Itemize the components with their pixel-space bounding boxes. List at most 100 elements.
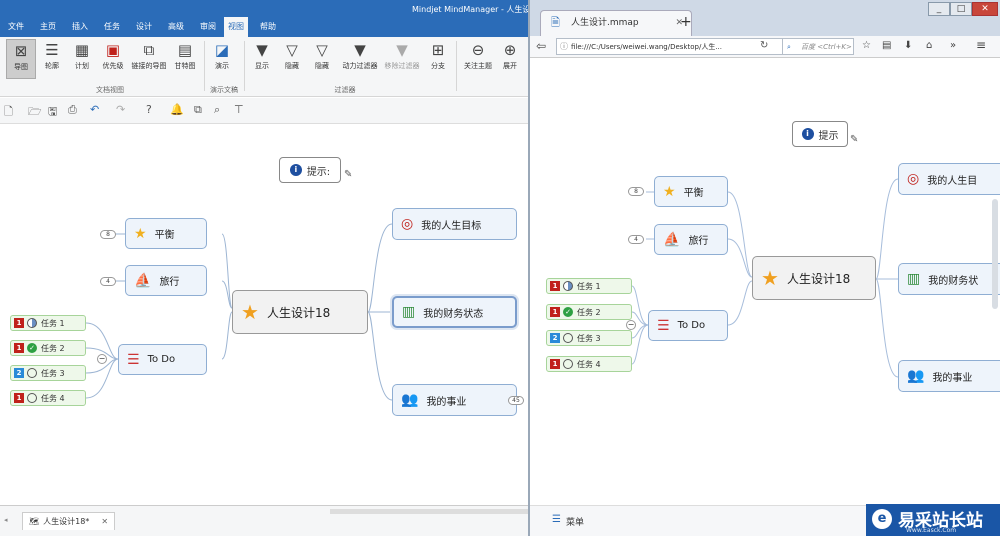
gantt-button[interactable]: ▤ 甘特图 — [170, 39, 200, 79]
collapsed-count[interactable]: 4 — [100, 277, 116, 286]
task-3[interactable]: 2 任务 3 — [546, 330, 632, 346]
menu-file[interactable]: 文件 — [4, 17, 28, 37]
topic-todo[interactable]: ☰ To Do — [648, 310, 728, 341]
gantt-icon: ▤ — [177, 41, 193, 59]
menu-help[interactable]: 帮助 — [254, 17, 282, 37]
power-filter-button[interactable]: ▼ 动力过滤器 — [340, 39, 380, 79]
maximize-button[interactable]: □ — [950, 2, 972, 16]
tab-scroll-left-icon[interactable]: ◂ — [4, 516, 8, 524]
new-tab-button[interactable]: + — [680, 14, 692, 30]
central-topic[interactable]: ★ 人生设计18 — [752, 256, 876, 300]
vertical-scrollbar[interactable] — [992, 199, 998, 309]
schedule-view-button[interactable]: ▦ 计划 — [68, 39, 96, 79]
horizontal-scrollbar[interactable] — [330, 509, 528, 514]
new-icon[interactable]: 🗋 — [4, 103, 13, 122]
collapsed-count[interactable]: 8 — [100, 230, 116, 239]
edit-note-icon[interactable]: ✎ — [344, 169, 352, 180]
task-4[interactable]: 1 任务 4 — [10, 390, 86, 406]
check-complete-icon[interactable]: ✓ — [27, 343, 37, 353]
alert-icon[interactable]: 🔔 — [170, 103, 184, 116]
task-2[interactable]: 1 ✓ 任务 2 — [10, 340, 86, 356]
close-icon[interactable]: ✕ — [101, 517, 108, 526]
close-window-button[interactable]: ✕ — [972, 2, 998, 16]
topic-finance-selected[interactable]: ▥ 我的财务状态 — [392, 296, 517, 328]
progress-empty-icon[interactable] — [27, 393, 37, 403]
menu-icon[interactable]: ☰ — [552, 514, 561, 525]
callout-tip[interactable]: i 提示: — [279, 157, 341, 183]
watermark-subtext: Www.Easck.Com — [906, 527, 957, 534]
menu-home[interactable]: 主页 — [34, 17, 62, 37]
menu-advanced[interactable]: 高级 — [162, 17, 190, 37]
topic-finance[interactable]: ▥ 我的财务状 — [898, 263, 1000, 295]
map-view-button[interactable]: ⊠ 导图 — [6, 39, 36, 79]
hide-filter-button[interactable]: ▽ 隐藏 — [280, 39, 304, 79]
open-icon[interactable]: 🗁 — [28, 103, 42, 122]
minimize-button[interactable]: _ — [928, 2, 950, 16]
zoom-icon[interactable]: ⌕ — [214, 103, 220, 117]
focus-topic-button[interactable]: ⊖ 关注主题 — [460, 39, 496, 79]
remove-filter-button[interactable]: ▼ 移除过滤器 — [382, 39, 422, 79]
topic-travel[interactable]: ⛵ 旅行 — [654, 224, 728, 255]
clipboard-icon[interactable]: ▤ — [882, 40, 891, 51]
branch-button[interactable]: ⊞ 分支 — [426, 39, 450, 79]
topic-life-goals[interactable]: ◎ 我的人生目 — [898, 163, 1000, 195]
menu-task[interactable]: 任务 — [98, 17, 126, 37]
callout-tip[interactable]: i 提示 — [792, 121, 848, 147]
menu-design[interactable]: 设计 — [130, 17, 158, 37]
map-canvas[interactable]: i 提示: ✎ ★ 人生设计18 ★ 平衡 8 ⛵ 旅行 4 ☰ To Do − 1 任务 … — [0, 125, 530, 505]
expand-button[interactable]: ⊕ 展开 — [498, 39, 522, 79]
progress-empty-icon[interactable] — [27, 368, 37, 378]
overflow-chevron-icon[interactable]: » — [950, 40, 956, 51]
save-icon[interactable]: 🖫 — [48, 103, 57, 122]
menu-view[interactable]: 视图 — [224, 17, 248, 37]
central-topic[interactable]: ★ 人生设计18 — [232, 290, 368, 334]
download-icon[interactable]: ⬇ — [904, 40, 912, 51]
branch-icon[interactable]: ⊤ — [234, 103, 244, 116]
presentation-button[interactable]: ◪ 演示 — [208, 39, 236, 79]
menu-insert[interactable]: 插入 — [66, 17, 94, 37]
print-icon[interactable]: ⎙ — [68, 103, 77, 117]
outline-view-button[interactable]: ☰ 轮廓 — [38, 39, 66, 79]
browser-tab[interactable]: 🗎 人生设计.mmap ✕ — [540, 10, 692, 36]
topic-balance[interactable]: ★ 平衡 — [125, 218, 207, 249]
task-2[interactable]: 1 ✓ 任务 2 — [546, 304, 632, 320]
topic-balance[interactable]: ★ 平衡 — [654, 176, 728, 207]
redo-icon[interactable]: ↷ — [116, 103, 125, 116]
topic-todo[interactable]: ☰ To Do — [118, 344, 207, 375]
collapsed-count[interactable]: 8 — [628, 187, 644, 196]
back-icon[interactable]: ⇦ — [536, 39, 546, 53]
collapse-toggle[interactable]: − — [626, 320, 636, 330]
topic-travel[interactable]: ⛵ 旅行 — [125, 265, 207, 296]
help-icon[interactable]: ? — [146, 103, 152, 116]
menu-review[interactable]: 审阅 — [194, 17, 222, 37]
topic-life-goals[interactable]: ◎ 我的人生目标 — [392, 208, 517, 240]
home-icon[interactable]: ⌂ — [926, 40, 932, 51]
hamburger-menu-icon[interactable]: ≡ — [976, 38, 986, 52]
calendar-icon: ▦ — [74, 41, 90, 59]
search-input[interactable]: ⌕ 百度 <Ctrl+K> — [782, 38, 854, 55]
topic-career[interactable]: 👥 我的事业 — [392, 384, 517, 416]
priority-view-button[interactable]: ▣ 优先级 — [98, 39, 128, 79]
topic-career[interactable]: 👥 我的事业 — [898, 360, 1000, 392]
show-filter-button[interactable]: ▼ 显示 — [250, 39, 274, 79]
copy-icon[interactable]: ⧉ — [194, 103, 202, 117]
linked-maps-button[interactable]: ⧉ 链接的导图 — [130, 39, 168, 79]
footer-menu-label[interactable]: 菜单 — [566, 515, 584, 528]
hide-button[interactable]: ▽ 隐藏 — [310, 39, 334, 79]
collapsed-count[interactable]: 4 — [628, 235, 644, 244]
task-1[interactable]: 1 任务 1 — [10, 315, 86, 331]
undo-icon[interactable]: ↶ — [90, 103, 99, 116]
chart-money-icon: ▥ — [402, 304, 416, 320]
collapsed-count[interactable]: 45 — [508, 396, 524, 405]
collapse-toggle[interactable]: − — [97, 354, 107, 364]
task-3[interactable]: 2 任务 3 — [10, 365, 86, 381]
progress-half-icon[interactable] — [27, 318, 37, 328]
ribbon-separator — [456, 41, 457, 91]
task-1[interactable]: 1 任务 1 — [546, 278, 632, 294]
browser-map-view[interactable]: i 提示 ✎ ★ 人生设计18 ★ 平衡 8 ⛵ 旅行 4 ☰ To Do − 1 任务 1… — [530, 59, 1000, 505]
doc-tab[interactable]: 🗺 人生设计18* ✕ — [22, 512, 116, 530]
reload-icon[interactable]: ↻ — [760, 40, 768, 51]
task-4[interactable]: 1 任务 4 — [546, 356, 632, 372]
bookmark-star-icon[interactable]: ☆ — [862, 40, 871, 51]
filter-outline-icon: ▽ — [316, 41, 328, 59]
